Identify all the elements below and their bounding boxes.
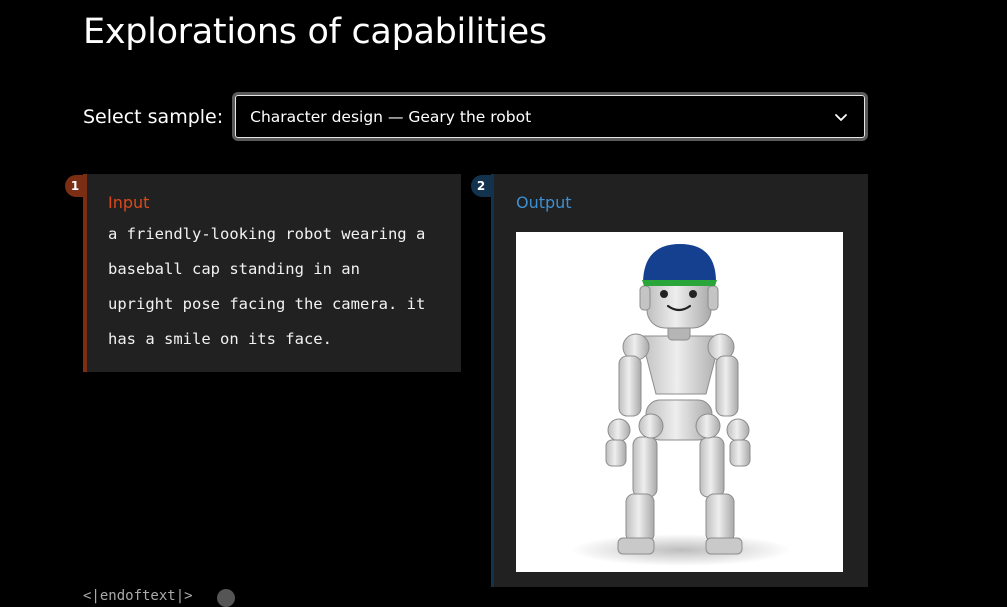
output-label: Output <box>516 193 572 212</box>
output-robot-image <box>516 232 843 572</box>
copy-icon[interactable] <box>217 589 235 607</box>
page-title: Explorations of capabilities <box>83 12 547 52</box>
sample-select-row: Select sample: Character design — Geary … <box>83 92 869 141</box>
sample-select-label: Select sample: <box>83 105 224 128</box>
endoftext-snippet: <|endoftext|> <box>83 588 193 604</box>
chevron-down-icon[interactable] <box>825 101 857 133</box>
sample-select-value: Character design — Geary the robot <box>250 107 532 126</box>
input-panel: Input a friendly-looking robot wearing a… <box>83 174 461 372</box>
sample-select[interactable]: Character design — Geary the robot <box>232 92 869 141</box>
step-badge-1: 1 <box>65 175 85 197</box>
input-prompt-text: a friendly-looking robot wearing a baseb… <box>108 225 426 348</box>
output-panel: Output <box>491 174 868 587</box>
input-label: Input <box>108 193 150 212</box>
step-badge-2: 2 <box>471 175 491 197</box>
